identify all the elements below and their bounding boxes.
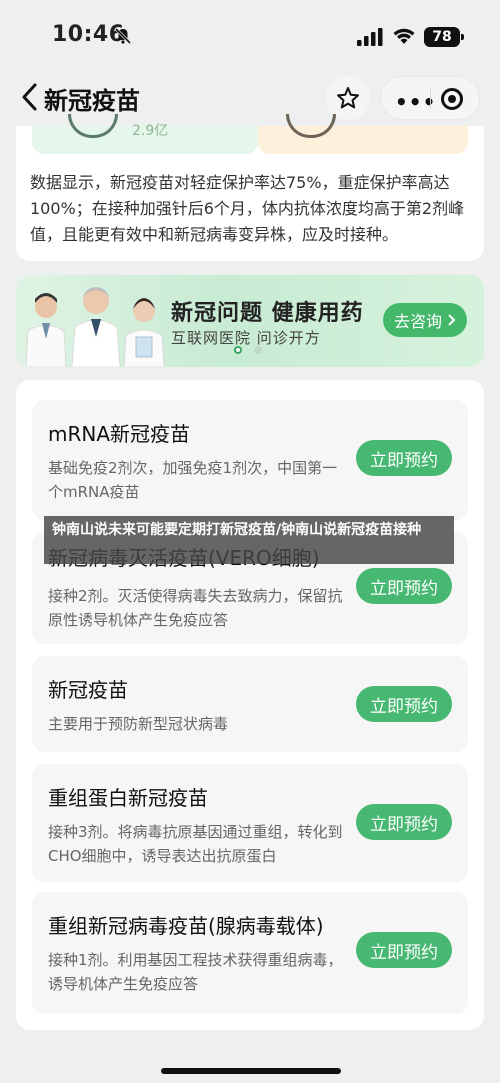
- carousel-indicator: [234, 346, 264, 354]
- book-now-button[interactable]: 立即预约: [356, 804, 452, 840]
- vaccine-title: 新冠疫苗: [48, 678, 128, 702]
- bell-muted-icon: [114, 27, 132, 45]
- overlay-caption: 钟南山说未来可能要定期打新冠疫苗/钟南山说新冠疫苗接种: [44, 516, 454, 564]
- doctors-illustration: [25, 287, 165, 367]
- consult-button-label: 去咨询: [393, 312, 442, 331]
- vaccine-item: mRNA新冠疫苗 基础免疫2剂次，加强免疫1剂次，中国第一个mRNA疫苗 立即预…: [32, 400, 468, 520]
- vaccine-item: 重组蛋白新冠疫苗 接种3剂。将病毒抗原基因通过重组，转化到CHO细胞中，诱导表达…: [32, 764, 468, 882]
- vaccine-description: 基础免疫2剂次，加强免疫1剂次，中国第一个mRNA疫苗: [48, 459, 338, 501]
- vaccine-item: 新冠疫苗 主要用于预防新型冠状病毒 立即预约: [32, 656, 468, 752]
- stat-tile-left: 2.9亿: [32, 114, 258, 154]
- vaccine-title: mRNA新冠疫苗: [48, 422, 191, 446]
- consult-button[interactable]: 去咨询: [383, 303, 467, 337]
- back-chevron-icon[interactable]: [20, 82, 38, 112]
- vaccine-description: 接种3剂。将病毒抗原基因通过重组，转化到CHO细胞中，诱导表达出抗原蛋白: [48, 823, 343, 865]
- vaccine-description: 主要用于预防新型冠状病毒: [48, 715, 229, 733]
- vaccine-title: 重组新冠病毒疫苗(腺病毒载体): [48, 914, 324, 938]
- chevron-right-icon: [448, 314, 456, 326]
- efficacy-info-card: 2.9亿 数据显示，新冠疫苗对轻症保护率达75%，重症保护率高达100%；在接种…: [16, 114, 484, 261]
- carousel-dot: [254, 346, 262, 354]
- vaccine-description: 接种1剂。利用基因工程技术获得重组病毒，诱导机体产生免疫应答: [48, 951, 343, 993]
- banner-title: 新冠问题 健康用药: [171, 301, 364, 326]
- book-now-button[interactable]: 立即预约: [356, 686, 452, 722]
- vaccine-description: 接种2剂。灭活使得病毒失去致病力，保留抗原性诱导机体产生免疫应答: [48, 587, 343, 629]
- close-target-icon[interactable]: [441, 88, 463, 110]
- consult-banner[interactable]: 新冠问题 健康用药 互联网医院 问诊开方 去咨询: [16, 275, 484, 367]
- status-bar: 10:46 78: [0, 0, 500, 70]
- book-now-button[interactable]: 立即预约: [356, 932, 452, 968]
- book-now-button[interactable]: 立即预约: [356, 440, 452, 476]
- book-now-button[interactable]: 立即预约: [356, 568, 452, 604]
- vaccine-item: 重组新冠病毒疫苗(腺病毒载体) 接种1剂。利用基因工程技术获得重组病毒，诱导机体…: [32, 892, 468, 1014]
- battery-indicator: 78: [424, 27, 464, 47]
- page: 10:46 78 新冠疫苗 ••• 2.9亿 数据显示，新冠疫苗对轻症保护率达7…: [0, 0, 500, 1083]
- stat-value-left: 2.9亿: [132, 123, 169, 139]
- page-title: 新冠疫苗: [44, 87, 140, 115]
- banner-subtitle: 互联网医院 问诊开方: [171, 329, 321, 347]
- efficacy-text: 数据显示，新冠疫苗对轻症保护率达75%，重症保护率高达100%；在接种加强针后6…: [30, 173, 465, 244]
- wifi-icon: [393, 28, 415, 44]
- star-icon: [337, 87, 359, 109]
- stat-tile-right: [258, 114, 468, 154]
- home-indicator[interactable]: [161, 1068, 341, 1074]
- vaccine-list: mRNA新冠疫苗 基础免疫2剂次，加强免疫1剂次，中国第一个mRNA疫苗 立即预…: [16, 380, 484, 1030]
- carousel-dot-active: [234, 346, 242, 354]
- ring-icon: [286, 114, 336, 138]
- ring-icon: [68, 114, 118, 138]
- mini-program-capsule: •••: [380, 76, 480, 120]
- vaccine-title: 重组蛋白新冠疫苗: [48, 786, 208, 810]
- capsule-divider: [430, 89, 431, 109]
- cellular-signal-icon: [357, 28, 383, 46]
